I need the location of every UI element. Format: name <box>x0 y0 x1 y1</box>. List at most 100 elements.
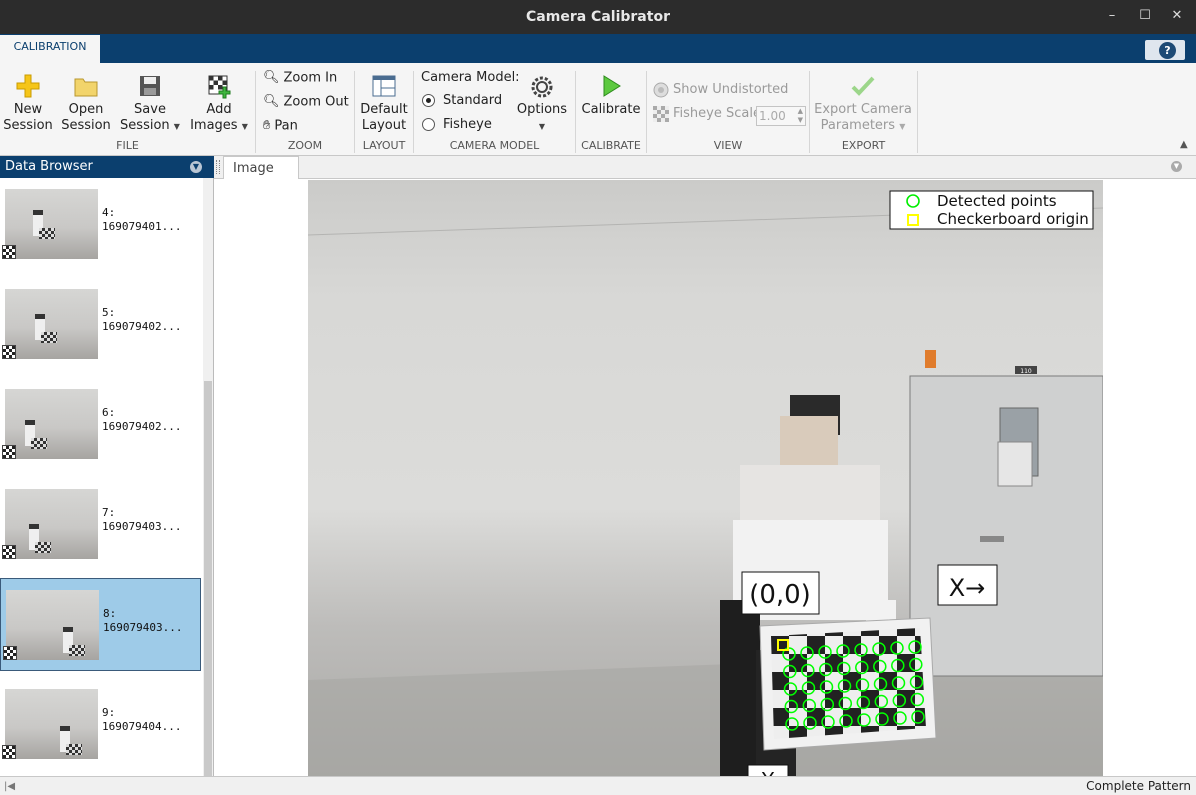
tab-image[interactable]: Image <box>223 156 299 179</box>
spinner-arrows-icon: ▲ ▼ <box>797 107 803 124</box>
group-label-camera-model: CAMERA MODEL <box>449 139 540 152</box>
thumbnail-image <box>6 590 99 660</box>
save-session-button[interactable]: Save Session ▼ <box>118 73 182 135</box>
group-label-calibrate: CALIBRATE <box>581 139 641 152</box>
document-menu-icon[interactable]: ▼ <box>1171 161 1182 172</box>
thumbnail-image <box>5 489 98 559</box>
thumbnail-index: 4: <box>102 206 116 219</box>
window-title: Camera Calibrator <box>526 9 670 25</box>
folder-icon <box>74 78 98 97</box>
group-label-view: VIEW <box>713 139 743 152</box>
thumbnail-filename: 169079402... <box>102 320 182 333</box>
data-browser-panel: Data Browser ▼ 4: 169079401... 5: 169079402… <box>0 156 214 776</box>
tab-calibration[interactable]: CALIBRATION <box>0 35 100 63</box>
checkmark-icon <box>851 76 875 96</box>
group-label-layout: LAYOUT <box>362 139 406 152</box>
zoom-in-icon: 🔍︎ <box>263 70 280 85</box>
add-images-button[interactable]: Add Images ▼ <box>188 73 250 135</box>
legend: Detected points Checkerboard origin <box>889 190 1094 230</box>
origin-annotation: (0,0) <box>741 571 820 615</box>
calibration-image[interactable]: 110 (0,0) X→ Detected points Checkerboar… <box>308 180 1103 776</box>
panel-menu-icon[interactable]: ▼ <box>190 161 202 173</box>
gear-icon <box>531 76 553 98</box>
document-area: Image ▼ 110 (0,0) X→ Detected points Che… <box>214 156 1196 776</box>
help-button[interactable]: ? <box>1145 40 1185 60</box>
checkerboard-icon <box>3 646 17 660</box>
thumbnail-index: 9: <box>102 706 116 719</box>
camera-model-label: Camera Model: <box>421 70 520 85</box>
data-browser-title: Data Browser <box>5 159 93 174</box>
group-label-file: FILE <box>116 139 139 152</box>
thumbnail-filename: 169079401... <box>102 220 182 233</box>
data-browser-header: Data Browser ▼ <box>0 156 214 178</box>
group-label-zoom: ZOOM <box>287 139 323 152</box>
new-session-button[interactable]: New Session <box>2 73 54 134</box>
legend-detected-points: Detected points <box>937 192 1057 210</box>
thumbnail-index: 5: <box>102 306 116 319</box>
thumbnail-filename: 169079403... <box>103 621 183 634</box>
checkerboard-icon <box>2 445 16 459</box>
first-page-icon[interactable]: |◀ <box>4 778 15 795</box>
radio-unselected-icon <box>422 118 435 131</box>
thumbnail-image <box>5 389 98 459</box>
document-tab-bar: Image ▼ <box>214 156 1196 179</box>
x-axis-annotation: X→ <box>937 564 998 606</box>
options-button[interactable]: Options ▼ <box>514 75 570 135</box>
grip-icon[interactable] <box>216 160 220 174</box>
thumbnail-item[interactable]: 5: 169079402... <box>0 278 201 371</box>
maximize-icon[interactable]: ☐ <box>1138 8 1152 24</box>
pan-button[interactable]: ✋︎ Pan <box>263 116 298 136</box>
show-undistorted-button[interactable]: Show Undistorted <box>653 80 788 100</box>
show-undistorted-icon <box>653 82 669 97</box>
ribbon: New Session Open Session Save Session ▼ Add… <box>0 63 1196 156</box>
thumbnail-item[interactable]: 4: 169079401... <box>0 178 201 271</box>
thumbnail-item[interactable]: 9: 169079404... <box>0 678 201 771</box>
chevron-down-icon: ▼ <box>241 122 248 131</box>
status-bar: |◀ Complete Pattern <box>0 776 1196 794</box>
plus-icon <box>16 74 40 98</box>
thumbnail-index: 7: <box>102 506 116 519</box>
chevron-down-icon: ▼ <box>173 122 180 131</box>
x-axis-label: X→ <box>949 574 986 602</box>
calibrate-button[interactable]: Calibrate <box>580 73 642 118</box>
minimize-icon[interactable]: – <box>1105 8 1119 24</box>
thumbnail-item[interactable]: 6: 169079402... <box>0 378 201 471</box>
help-icon: ? <box>1159 42 1176 59</box>
checkerboard-icon <box>2 345 16 359</box>
legend-checkerboard-origin: Checkerboard origin <box>937 210 1089 228</box>
thumbnail-item[interactable]: 8: 169079403... <box>0 578 201 671</box>
separator <box>917 71 918 153</box>
y-axis-annotation: Y <box>747 764 789 776</box>
thumbnail-item[interactable]: 7: 169079403... <box>0 478 201 571</box>
thumbnail-image <box>5 289 98 359</box>
thumbnail-filename: 169079403... <box>102 520 182 533</box>
export-camera-parameters-button[interactable]: Export Camera Parameters ▼ <box>814 73 912 135</box>
door: 110 <box>909 350 1103 677</box>
close-icon[interactable]: ✕ <box>1170 8 1184 24</box>
scrollbar[interactable] <box>203 178 213 776</box>
thumbnail-index: 8: <box>103 607 117 620</box>
checkerboard-icon <box>2 745 16 759</box>
ribbon-tab-strip: CALIBRATION <box>0 34 1196 63</box>
default-layout-button[interactable]: Default Layout <box>358 73 410 134</box>
origin-label: (0,0) <box>749 580 811 610</box>
thumbnail-image <box>5 689 98 759</box>
fisheye-scale-spinner[interactable]: 1.00 ▲ ▼ <box>756 106 806 126</box>
thumbnail-filename: 169079402... <box>102 420 182 433</box>
standard-radio[interactable]: Standard <box>422 91 502 111</box>
chevron-down-icon: ▼ <box>899 122 906 131</box>
radio-selected-icon <box>422 94 435 107</box>
checkerboard-icon <box>2 245 16 259</box>
fisheye-radio[interactable]: Fisheye <box>422 115 492 135</box>
status-message: Complete Pattern <box>1086 779 1191 793</box>
zoom-out-button[interactable]: 🔍︎ Zoom Out <box>263 92 349 112</box>
zoom-in-button[interactable]: 🔍︎ Zoom In <box>263 68 337 88</box>
collapse-ribbon-icon[interactable]: ▲ <box>1180 139 1188 150</box>
chevron-down-icon: ▼ <box>538 122 546 131</box>
title-bar: Camera Calibrator – ☐ ✕ <box>0 0 1196 34</box>
group-label-export: EXPORT <box>841 139 886 152</box>
open-session-button[interactable]: Open Session <box>60 73 112 134</box>
door-sign: 110 <box>1020 368 1032 375</box>
y-axis-label: Y <box>761 768 775 776</box>
scrollbar-thumb[interactable] <box>204 381 212 776</box>
